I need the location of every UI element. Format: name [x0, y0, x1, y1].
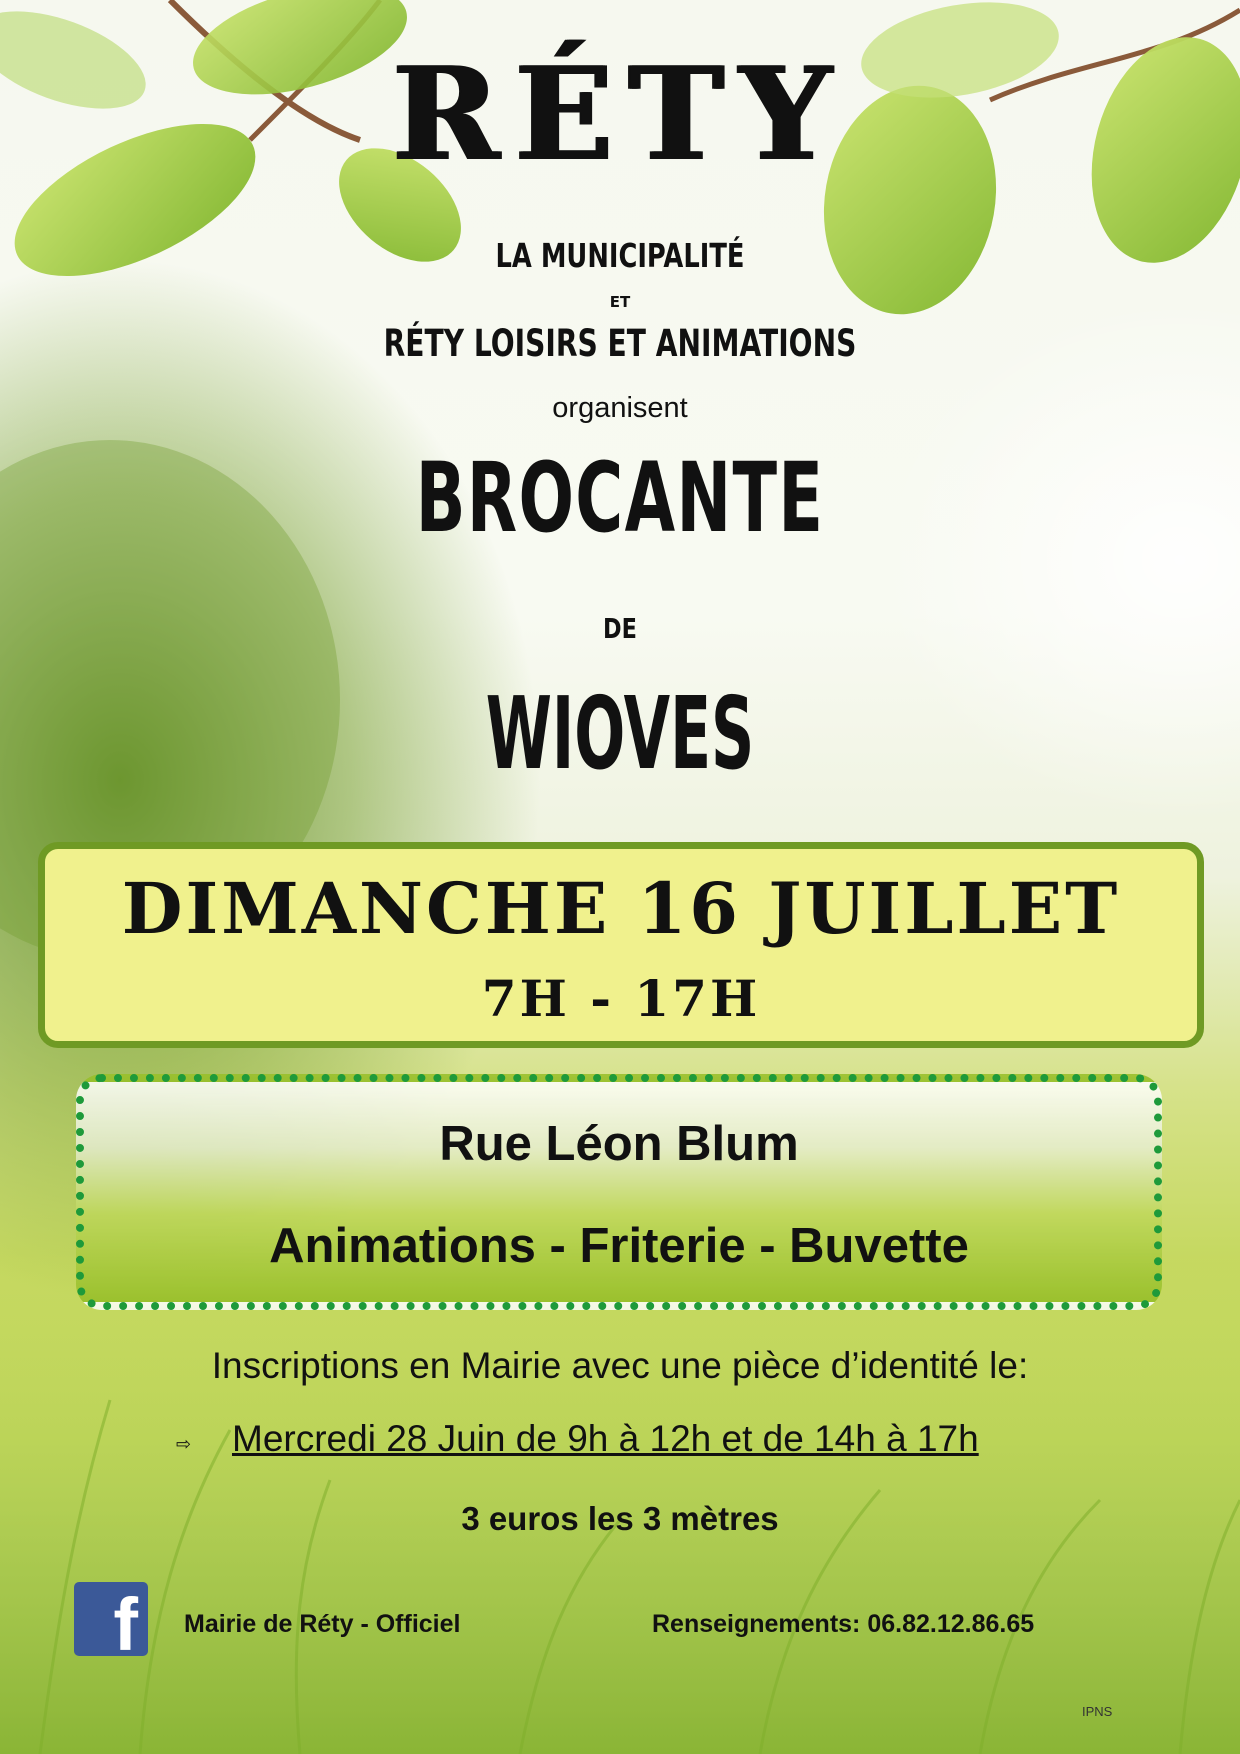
- organizer-municipality: LA MUNICIPALITÉ: [495, 236, 745, 275]
- event-preposition: DE: [603, 612, 637, 645]
- location-panel: Rue Léon Blum Animations - Friterie - Bu…: [76, 1074, 1162, 1310]
- registration-price: 3 euros les 3 mètres: [461, 1500, 779, 1537]
- event-hours: 7H - 17H: [481, 969, 761, 1028]
- event-place-name: WIOVES: [485, 675, 755, 792]
- date-panel: DIMANCHE 16 JUILLET 7H - 17H: [38, 842, 1204, 1048]
- street-address: Rue Léon Blum: [439, 1117, 799, 1171]
- registration-intro: Inscriptions en Mairie avec une pièce d’…: [211, 1345, 1029, 1386]
- registration-slot: Mercredi 28 Juin de 9h à 12h et de 14h à…: [232, 1418, 979, 1459]
- organizer-association: RÉTY LOISIRS ET ANIMATIONS: [383, 322, 857, 365]
- facebook-glyph: f: [113, 1583, 138, 1666]
- event-name: BROCANTE: [415, 442, 825, 554]
- facebook-page-name[interactable]: Mairie de Réty - Officiel: [184, 1610, 460, 1639]
- poster: RÉTY LA MUNICIPALITÉ ET RÉTY LOISIRS ET …: [0, 0, 1240, 1754]
- arrow-right-icon: ⇨: [176, 1434, 192, 1455]
- facebook-icon[interactable]: f: [74, 1582, 148, 1662]
- contact-info: Renseignements: 06.82.12.86.65: [652, 1610, 1035, 1638]
- amenities-list: Animations - Friterie - Buvette: [269, 1219, 969, 1273]
- organize-verb: organisent: [552, 392, 688, 424]
- town-title: RÉTY: [392, 40, 848, 190]
- ipns-mark: IPNS: [1082, 1704, 1113, 1719]
- organizer-conjunction: ET: [609, 293, 631, 311]
- event-date: DIMANCHE 16 JUILLET: [121, 867, 1121, 950]
